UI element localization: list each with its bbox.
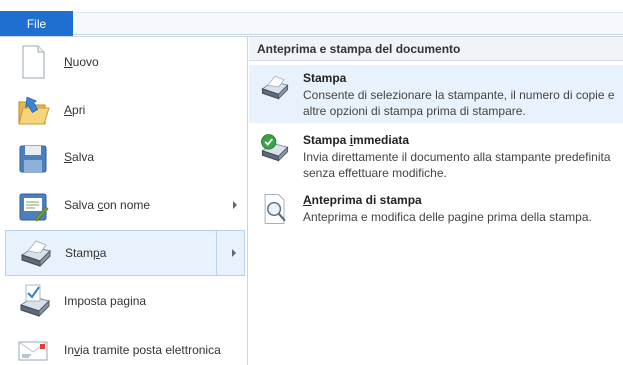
- submenu-header: Anteprima e stampa del documento: [249, 37, 623, 61]
- submenu-item-print[interactable]: Stampa Consente di selezionare la stampa…: [249, 65, 623, 123]
- menu-item-new[interactable]: Nuovo: [5, 39, 245, 85]
- menu-item-label: Invia tramite posta elettronica: [64, 343, 221, 357]
- menu-item-open[interactable]: Apri: [5, 87, 245, 133]
- submenu-item-title: Stampa: [303, 71, 347, 85]
- submenu-item-description: Consente di selezionare la stampante, il…: [303, 88, 615, 118]
- quick-print-icon: [257, 131, 293, 167]
- submenu-item-title: Anteprima di stampa: [303, 193, 422, 207]
- print-submenu: Anteprima e stampa del documento Stampa …: [249, 37, 623, 365]
- menu-item-label: Apri: [64, 103, 86, 117]
- print-icon: [257, 69, 293, 105]
- ribbon-strip: [0, 12, 623, 35]
- email-icon: [13, 330, 53, 365]
- menu-item-save-as[interactable]: Salva con nome: [5, 182, 245, 228]
- menu-item-page-setup[interactable]: Imposta pagina: [5, 278, 245, 324]
- save-as-icon: [13, 185, 53, 225]
- menu-item-label: Stampa: [65, 246, 107, 260]
- submenu-item-quick-print[interactable]: Stampa immediata Invia direttamente il d…: [249, 127, 623, 187]
- open-folder-icon: [13, 90, 53, 130]
- menu-item-label: Salva con nome: [64, 198, 151, 212]
- file-menu-commands: Nuovo Apri Salva Salva con nome Stampa I…: [0, 37, 248, 365]
- menu-item-send-email[interactable]: Invia tramite posta elettronica: [5, 327, 245, 365]
- submenu-arrow-zone[interactable]: [216, 231, 244, 275]
- file-menu: Nuovo Apri Salva Salva con nome Stampa I…: [0, 36, 623, 365]
- menu-item-label: Imposta pagina: [64, 294, 147, 308]
- submenu-item-title: Stampa immediata: [303, 133, 410, 147]
- menu-item-label: Salva: [64, 150, 95, 164]
- print-icon: [14, 233, 54, 273]
- menu-item-label: Nuovo: [64, 55, 99, 69]
- page-setup-icon: [13, 281, 53, 321]
- save-icon: [13, 137, 53, 177]
- submenu-item-description: Anteprima e modifica delle pagine prima …: [303, 210, 592, 224]
- submenu-arrow-icon: [232, 249, 236, 257]
- menu-item-print[interactable]: Stampa: [5, 230, 245, 276]
- submenu-item-print-preview[interactable]: Anteprima di stampa Anteprima e modifica…: [249, 187, 623, 247]
- title-area: File: [0, 0, 623, 36]
- submenu-arrow-icon: [233, 201, 237, 209]
- file-tab[interactable]: File: [0, 11, 73, 36]
- menu-item-save[interactable]: Salva: [5, 134, 245, 180]
- submenu-item-description: Invia direttamente il documento alla sta…: [303, 150, 611, 180]
- new-document-icon: [13, 42, 53, 82]
- print-preview-icon: [257, 191, 293, 227]
